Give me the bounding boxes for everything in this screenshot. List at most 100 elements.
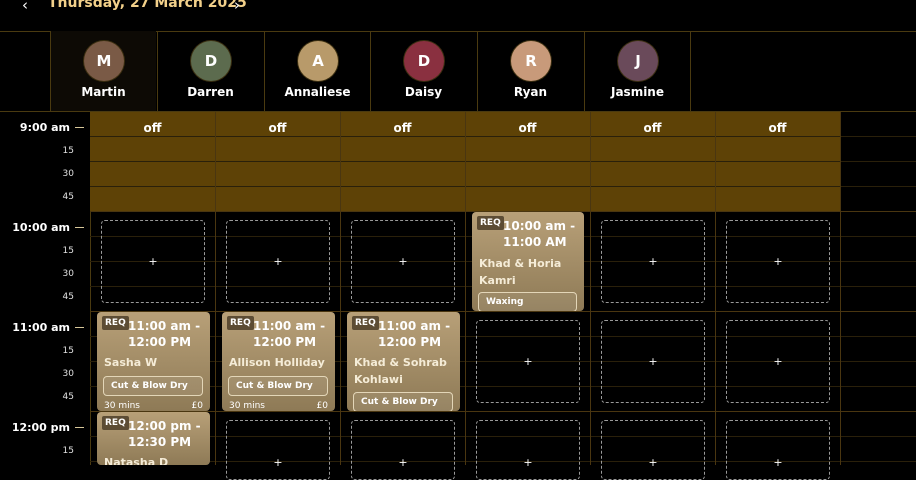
date-title[interactable]: Thursday, 27 March 2025 [48, 0, 247, 11]
add-icon: + [273, 455, 283, 469]
staff-column-martin[interactable]: M Martin [50, 31, 156, 111]
staff-name: Jasmine [610, 85, 664, 99]
empty-slot[interactable]: + [726, 320, 830, 403]
grid-line [90, 136, 916, 137]
quarter-label: 15 [62, 346, 74, 356]
time-gutter: 9:00 am 15 30 45 10:00 am 15 30 45 11:00… [0, 112, 91, 465]
off-label: off [768, 121, 787, 135]
avatar: D [404, 41, 444, 81]
appointment-client: Sasha W [104, 356, 158, 369]
empty-slot[interactable]: + [601, 320, 705, 403]
column-line [840, 112, 841, 465]
appointment-time: 10:00 am - 11:00 AM [503, 219, 576, 249]
time-label-11am: 11:00 am [12, 321, 70, 334]
add-icon: + [648, 455, 658, 469]
off-label: off [518, 121, 537, 135]
staff-column-jasmine[interactable]: J Jasmine [584, 31, 690, 111]
quarter-label: 45 [62, 192, 74, 202]
grid-line [90, 411, 916, 412]
add-icon: + [148, 254, 158, 268]
off-label: off [268, 121, 287, 135]
chevron-right-icon[interactable]: › [234, 0, 240, 14]
empty-slot[interactable]: + [226, 220, 330, 303]
column-line [465, 112, 466, 465]
quarter-label: 15 [62, 246, 74, 256]
empty-slot[interactable]: + [726, 220, 830, 303]
add-icon: + [773, 254, 783, 268]
appointment-duration: 30 mins [229, 401, 265, 411]
request-badge: REQ [352, 316, 379, 330]
grid-line [90, 161, 916, 162]
grid-line [90, 186, 916, 187]
add-icon: + [773, 455, 783, 469]
appointment-card[interactable]: REQ 11:00 am - 12:00 PM Sasha W Cut & Bl… [97, 312, 210, 411]
service-chip: Waxing [478, 292, 577, 311]
request-badge: REQ [102, 316, 129, 330]
empty-slot[interactable]: + [476, 320, 580, 403]
calendar-grid: off off off off off off + + + + + + + + … [90, 112, 916, 480]
time-label-12pm: 12:00 pm [11, 421, 70, 434]
avatar: D [191, 41, 231, 81]
quarter-label: 30 [62, 269, 74, 279]
appointment-price: £0 [316, 401, 328, 411]
appointment-price: £0 [191, 401, 203, 411]
add-icon: + [273, 254, 283, 268]
staff-header-row: M Martin D Darren A Annaliese D Daisy R … [0, 31, 916, 112]
empty-slot[interactable]: + [351, 220, 455, 303]
avatar: J [618, 41, 658, 81]
service-chip: Cut & Blow Dry [353, 392, 453, 411]
staff-name: Daisy [404, 85, 443, 99]
staff-column-ryan[interactable]: R Ryan [477, 31, 583, 111]
empty-slot[interactable]: + [476, 420, 580, 480]
appointment-time: 12:00 pm - 12:30 PM [128, 419, 201, 449]
staff-column-annaliese[interactable]: A Annaliese [264, 31, 370, 111]
service-chip: Cut & Blow Dry [228, 376, 328, 396]
staff-column-daisy[interactable]: D Daisy [370, 31, 476, 111]
off-label: off [393, 121, 412, 135]
appointment-card[interactable]: REQ 12:00 pm - 12:30 PM Natasha D [97, 412, 210, 465]
add-icon: + [648, 254, 658, 268]
avatar: A [298, 41, 338, 81]
empty-slot[interactable]: + [601, 220, 705, 303]
hour-tick [75, 227, 84, 228]
quarter-label: 45 [62, 392, 74, 402]
appointment-time: 11:00 am - 12:00 PM [128, 319, 201, 349]
off-label: off [143, 121, 162, 135]
empty-slot[interactable]: + [226, 420, 330, 480]
staff-name: Ryan [513, 85, 548, 99]
staff-column-darren[interactable]: D Darren [157, 31, 263, 111]
request-badge: REQ [227, 316, 254, 330]
chevron-left-icon[interactable]: ‹ [22, 0, 28, 14]
off-label: off [643, 121, 662, 135]
add-icon: + [648, 354, 658, 368]
hour-tick [75, 427, 84, 428]
appointment-client: Khad & Sohrab Kohlawi [354, 356, 447, 386]
quarter-label: 15 [62, 446, 74, 456]
service-chip: Cut & Blow Dry [103, 376, 203, 396]
empty-slot[interactable]: + [351, 420, 455, 480]
appointment-client: Natasha D [104, 456, 169, 465]
column-line [215, 112, 216, 465]
staff-name: Annaliese [284, 85, 351, 99]
appointment-card[interactable]: REQ 10:00 am - 11:00 AM Khad & Horia Kam… [472, 212, 584, 311]
appointment-card[interactable]: REQ 11:00 am - 12:00 PM Khad & Sohrab Ko… [347, 312, 460, 411]
grid-line [90, 311, 916, 312]
avatar: R [511, 41, 551, 81]
staff-name: Martin [81, 85, 126, 99]
empty-slot[interactable]: + [101, 220, 205, 303]
time-label-10am: 10:00 am [12, 221, 70, 234]
staff-name: Darren [187, 85, 234, 99]
empty-slot[interactable]: + [726, 420, 830, 480]
column-line [715, 112, 716, 465]
quarter-label: 30 [62, 369, 74, 379]
add-icon: + [523, 455, 533, 469]
add-icon: + [773, 354, 783, 368]
add-icon: + [398, 254, 408, 268]
appointment-time: 11:00 am - 12:00 PM [253, 319, 326, 349]
appointment-client: Allison Holliday [229, 356, 325, 369]
column-divider [690, 31, 691, 111]
appointment-card[interactable]: REQ 11:00 am - 12:00 PM Allison Holliday… [222, 312, 335, 411]
empty-slot[interactable]: + [601, 420, 705, 480]
hour-tick [75, 327, 84, 328]
add-icon: + [398, 455, 408, 469]
